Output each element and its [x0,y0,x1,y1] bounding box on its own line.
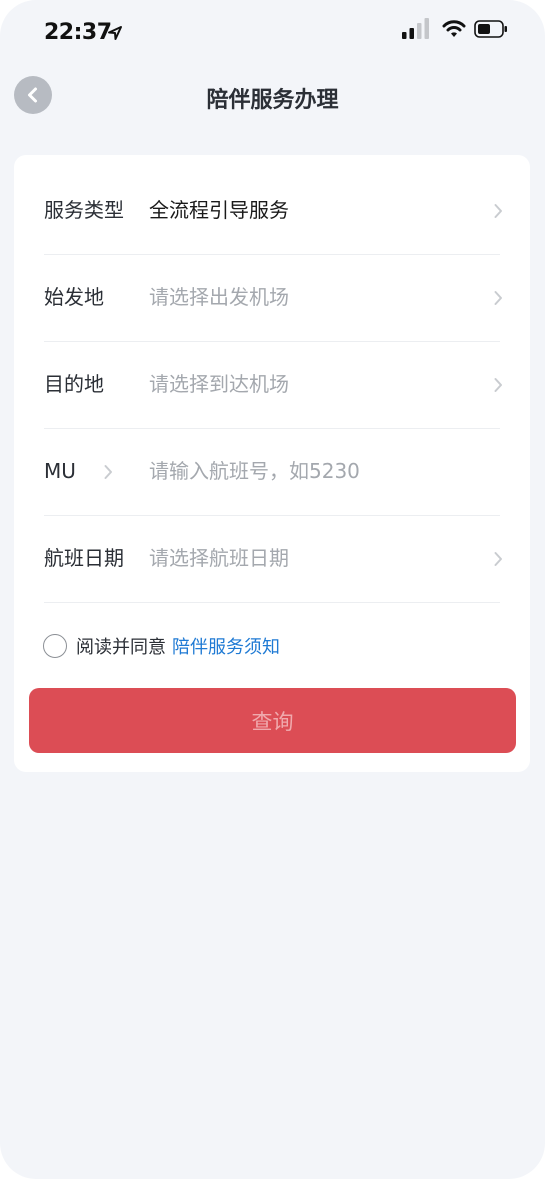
destination-airport-row[interactable]: 目的地 请选择到达机场 [44,341,502,429]
phone-screen: 22:37 陪伴服务办理 服务类型 全流程引导服务 始发地 请选择出发机场 目的… [0,0,545,1179]
service-type-value: 全流程引导服务 [149,198,289,222]
origin-label: 始发地 [44,285,104,309]
cellular-signal-icon [402,18,429,39]
flight-date-placeholder: 请选择航班日期 [149,546,289,570]
airline-code-selector[interactable]: MU [44,428,76,515]
status-time: 22:37 [44,20,112,45]
destination-placeholder: 请选择到达机场 [149,372,289,396]
location-arrow-icon [108,26,122,40]
chevron-right-icon [494,204,502,218]
query-button[interactable]: 查询 [29,688,516,753]
chevron-right-icon [494,552,502,566]
service-type-label: 服务类型 [44,198,124,222]
destination-label: 目的地 [44,372,104,396]
chevron-right-icon [494,291,502,305]
flight-date-label: 航班日期 [44,546,124,570]
agreement-text: 阅读并同意 [76,637,166,658]
chevron-right-icon[interactable] [103,464,113,480]
origin-airport-row[interactable]: 始发地 请选择出发机场 [44,254,502,342]
agreement-row: 阅读并同意 陪伴服务须知 [43,630,280,662]
flight-number-row: MU 请输入航班号，如5230 [44,428,500,516]
wifi-icon [442,20,466,37]
agreement-checkbox[interactable] [43,634,67,658]
battery-icon [474,20,507,38]
flight-date-row[interactable]: 航班日期 请选择航班日期 [44,515,502,603]
origin-placeholder: 请选择出发机场 [149,285,289,309]
service-notice-link[interactable]: 陪伴服务须知 [172,633,280,659]
chevron-right-icon [494,378,502,392]
flight-number-input[interactable]: 请输入航班号，如5230 [149,428,360,515]
service-form-card: 服务类型 全流程引导服务 始发地 请选择出发机场 目的地 请选择到达机场 MU [14,155,530,772]
service-type-row[interactable]: 服务类型 全流程引导服务 [44,167,502,255]
page-title: 陪伴服务办理 [206,88,339,113]
